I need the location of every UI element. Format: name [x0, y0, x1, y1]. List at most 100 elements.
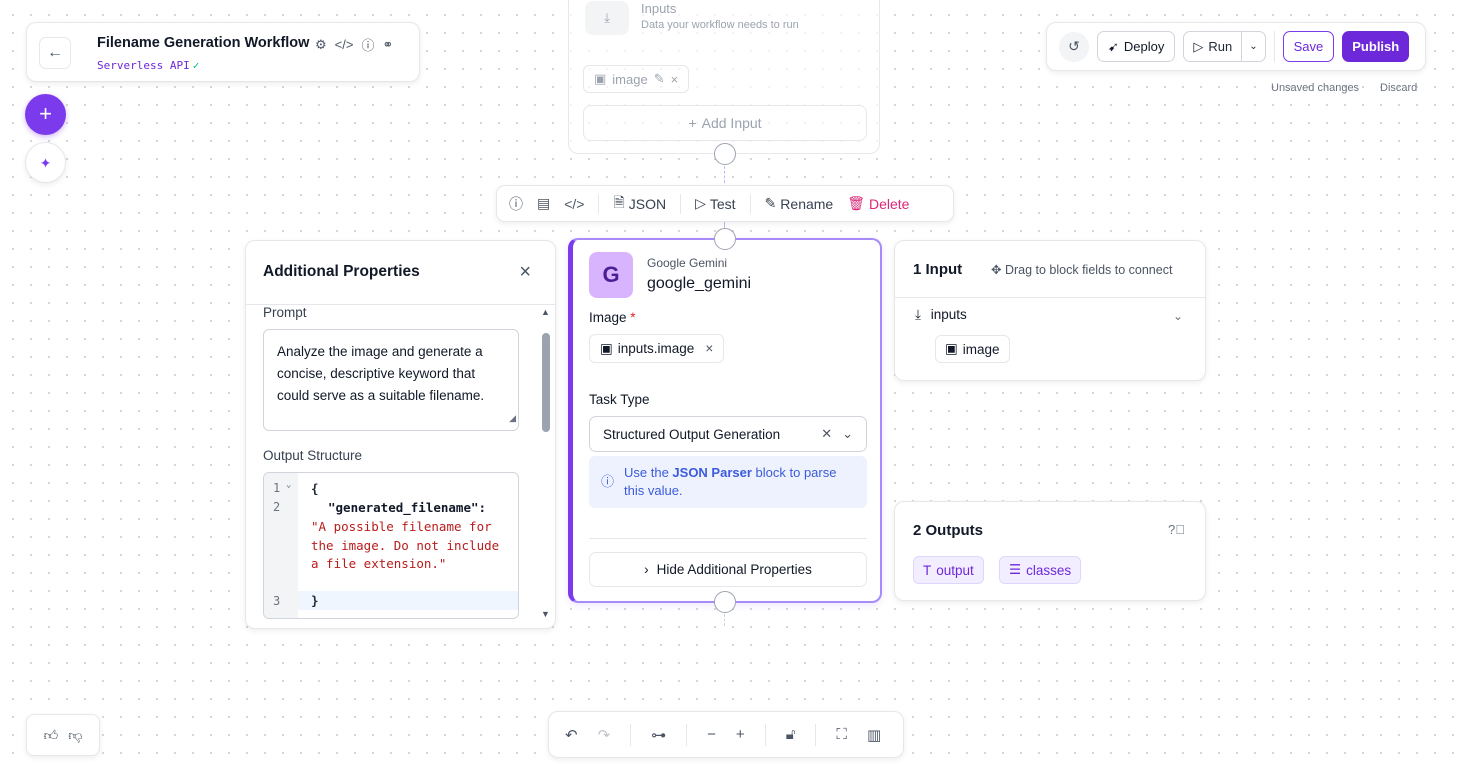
share-icon[interactable]: ⚭: [382, 35, 393, 54]
test-label: Test: [709, 195, 736, 212]
json-parser-hint: ⓘ Use the JSON Parser block to parse thi…: [589, 456, 867, 508]
required-mark: *: [630, 310, 636, 325]
edit-icon[interactable]: ✎: [654, 71, 665, 87]
test-button[interactable]: ▷ Test: [695, 195, 735, 212]
info-icon[interactable]: ⓘ: [509, 194, 523, 214]
block-inputs-card: 1 Input ✥ Drag to block fields to connec…: [894, 240, 1206, 381]
gear-icon[interactable]: ⚙: [315, 35, 327, 54]
feedback-bar: 👍︎ 👎︎: [26, 714, 100, 756]
move-icon: ✥: [991, 263, 1002, 277]
image-field-chip[interactable]: ▣ inputs.image ×: [589, 334, 725, 363]
chevron-down-icon[interactable]: ⌄: [842, 426, 853, 442]
undo-icon[interactable]: ↶: [565, 726, 578, 744]
output-chip[interactable]: T output: [913, 556, 984, 584]
add-block-button[interactable]: +: [25, 94, 66, 135]
inputs-output-handle[interactable]: [714, 143, 736, 165]
workflow-subtitle: Serverless API ✓: [97, 59, 199, 72]
notes-icon[interactable]: ▤: [537, 195, 550, 212]
minimap-icon[interactable]: ▥: [867, 726, 881, 744]
plus-icon: +: [39, 101, 52, 126]
json-button[interactable]: 🗎 JSON: [613, 192, 666, 216]
toolbar-divider: [686, 723, 688, 746]
back-arrow-icon[interactable]: ←: [39, 37, 71, 69]
inputs-block-subtitle: Data your workflow needs to run: [641, 19, 799, 31]
block-provider: Google Gemini: [647, 256, 728, 270]
input-image-label: image: [962, 341, 1000, 357]
thumbs-up-icon[interactable]: 👍︎: [44, 727, 59, 744]
fold-chevron-icon[interactable]: ⌄: [286, 480, 291, 490]
ai-assistant-button[interactable]: ✦: [25, 142, 66, 183]
clear-icon[interactable]: ✕: [821, 426, 832, 442]
outputs-count: 2 Outputs: [913, 522, 983, 539]
publish-button[interactable]: Publish: [1342, 31, 1410, 62]
code-key: "generated_filename":: [328, 500, 487, 515]
history-icon[interactable]: ↺: [1059, 31, 1089, 62]
fit-view-icon[interactable]: ⛶: [836, 726, 847, 743]
resize-handle-icon[interactable]: ◢: [509, 407, 516, 429]
remove-icon[interactable]: ×: [705, 341, 713, 356]
scroll-thumb[interactable]: [542, 333, 550, 432]
workflow-title-card: ← Filename Generation Workflow Serverles…: [26, 22, 420, 82]
line-number-gutter: 1 ⌄ 2 3: [264, 473, 298, 618]
thumbs-down-icon[interactable]: 👎︎: [68, 727, 82, 744]
toolbar-divider: [598, 193, 600, 214]
scroll-up-icon[interactable]: ▲: [541, 307, 550, 317]
divider: [589, 538, 867, 539]
check-icon: ✓: [192, 59, 200, 72]
image-field-label: Image *: [589, 310, 636, 325]
panel-scrollbar[interactable]: ▲ ▼: [540, 307, 552, 623]
output-structure-editor[interactable]: 1 ⌄ 2 3 { "generated_filename": "A possi…: [263, 472, 519, 619]
hide-props-label: Hide Additional Properties: [656, 562, 812, 577]
input-image-chip[interactable]: ▣ image: [935, 335, 1010, 363]
inputs-group-label: inputs: [930, 307, 967, 322]
classes-chip[interactable]: ☰ classes: [999, 556, 1082, 584]
download-icon: ⤓: [915, 307, 921, 322]
classes-chip-label: classes: [1026, 562, 1072, 578]
chevron-right-icon: ›: [644, 562, 649, 577]
code-icon[interactable]: </>: [335, 35, 354, 54]
edit-icon: ✎: [764, 195, 777, 211]
hide-additional-properties-button[interactable]: › Hide Additional Properties: [589, 552, 867, 587]
chevron-down-icon[interactable]: ⌄: [1173, 309, 1183, 323]
workflow-title[interactable]: Filename Generation Workflow: [97, 35, 309, 51]
json-parser-link[interactable]: JSON Parser: [672, 465, 752, 480]
prompt-textarea[interactable]: Analyze the image and generate a concise…: [263, 329, 519, 431]
rename-button[interactable]: ✎ Rename: [765, 195, 834, 212]
run-button[interactable]: ▷ Run: [1184, 32, 1241, 61]
deploy-button[interactable]: ➹ Deploy: [1097, 31, 1176, 62]
run-button-group: ▷ Run ⌄: [1183, 31, 1266, 62]
add-input-button[interactable]: + Add Input: [583, 105, 867, 141]
chevron-down-icon[interactable]: ⌄: [1241, 32, 1264, 61]
google-gemini-block[interactable]: G Google Gemini google_gemini Image * ▣ …: [568, 238, 882, 603]
connector-line: [724, 614, 725, 626]
list-icon: ☰: [1009, 562, 1022, 577]
block-output-handle[interactable]: [714, 591, 736, 613]
toolbar-divider: [1273, 31, 1275, 62]
code-icon[interactable]: </>: [564, 196, 584, 212]
discard-link[interactable]: Discard: [1380, 82, 1417, 94]
help-icon[interactable]: ?⃝: [1168, 522, 1185, 537]
zoom-out-icon[interactable]: −: [707, 726, 716, 743]
redo-icon[interactable]: ↷: [598, 726, 611, 744]
block-outputs-card: 2 Outputs ?⃝ T output ☰ classes: [894, 501, 1206, 601]
code-open-brace: {: [311, 481, 319, 496]
zoom-in-icon[interactable]: +: [736, 726, 745, 743]
add-input-label: Add Input: [701, 115, 762, 131]
scroll-down-icon[interactable]: ▼: [541, 609, 550, 619]
unlock-icon[interactable]: 🔓︎: [786, 726, 796, 743]
auto-layout-icon[interactable]: ⊶: [651, 726, 666, 744]
close-icon[interactable]: ×: [519, 261, 531, 284]
remove-icon[interactable]: ×: [671, 72, 679, 87]
help-icon[interactable]: ⓘ: [361, 35, 374, 54]
line-number: 1: [273, 481, 281, 495]
block-input-handle[interactable]: [714, 228, 736, 250]
inputs-image-chip[interactable]: ▣ image ✎ ×: [583, 65, 690, 93]
line-number: 2: [273, 500, 281, 514]
output-structure-label: Output Structure: [263, 448, 363, 463]
inputs-group-row[interactable]: ⤓ inputs: [915, 307, 967, 323]
task-type-select[interactable]: Structured Output Generation ✕ ⌄: [589, 416, 867, 452]
inputs-block[interactable]: ⤓ Inputs Data your workflow needs to run…: [568, 0, 880, 154]
delete-button[interactable]: 🗑 Delete: [847, 195, 909, 212]
save-button[interactable]: Save: [1282, 31, 1335, 62]
canvas-controls: ↶ ↷ ⊶ − + 🔓︎ ⛶ ▥: [548, 711, 904, 758]
